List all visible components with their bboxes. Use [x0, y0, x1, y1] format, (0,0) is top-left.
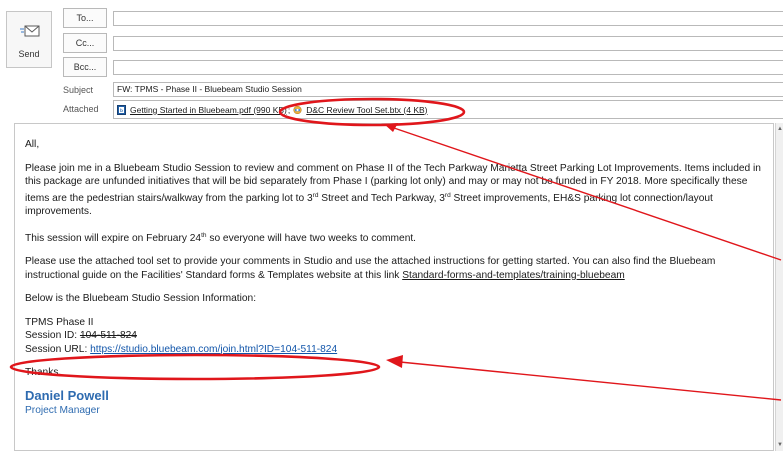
session-id-line: Session ID: 104-511-824: [25, 329, 770, 343]
bluebeam-toolset-icon: [293, 105, 302, 114]
paragraph-instructions: Please use the attached tool set to prov…: [25, 255, 770, 282]
message-header: Send To... Cc... Bcc... Subject FW: TPMS…: [0, 0, 783, 122]
cc-field[interactable]: [113, 36, 783, 51]
attachment-toolset-name[interactable]: D&C Review Tool Set.btx (4 KB): [306, 105, 427, 115]
paragraph-intro: Please join me in a Bluebeam Studio Sess…: [25, 162, 770, 219]
attachment-pdf[interactable]: b Getting Started in Bluebeam.pdf (990 K…: [117, 104, 287, 115]
send-button[interactable]: Send: [6, 11, 52, 68]
message-body[interactable]: All, Please join me in a Bluebeam Studio…: [14, 123, 774, 451]
attachment-toolset[interactable]: D&C Review Tool Set.btx (4 KB): [293, 105, 428, 115]
send-envelope-icon: [20, 25, 40, 37]
vertical-scrollbar[interactable]: ▲ ▼: [775, 123, 783, 451]
scroll-up-arrow-icon[interactable]: ▲: [777, 125, 783, 133]
attachment-pdf-name[interactable]: Getting Started in Bluebeam.pdf (990 KB): [130, 105, 287, 115]
attachments-row: b Getting Started in Bluebeam.pdf (990 K…: [113, 100, 783, 119]
session-name: TPMS Phase II: [25, 316, 94, 328]
bcc-button[interactable]: Bcc...: [63, 57, 107, 77]
paragraph-expiry-part1: This session will expire on February 24: [25, 232, 202, 244]
subject-label: Subject: [63, 85, 94, 95]
cc-button-label: Cc...: [75, 38, 95, 48]
scroll-down-arrow-icon[interactable]: ▼: [777, 441, 783, 449]
signature-title: Project Manager: [25, 404, 100, 416]
paragraph-expiry: This session will expire on February 24t…: [25, 229, 770, 246]
bcc-field[interactable]: [113, 60, 783, 75]
cc-button[interactable]: Cc...: [63, 33, 107, 53]
session-url-link[interactable]: https://studio.bluebeam.com/join.html?ID…: [90, 344, 337, 355]
message-body-text: All, Please join me in a Bluebeam Studio…: [25, 138, 770, 417]
to-button[interactable]: To...: [63, 8, 107, 28]
greeting: All,: [25, 139, 40, 150]
session-url-label: Session URL:: [25, 343, 91, 355]
session-url-line: Session URL: https://studio.bluebeam.com…: [25, 343, 770, 357]
session-id-label: Session ID:: [25, 330, 80, 341]
thanks: Thanks,: [25, 367, 62, 378]
training-bluebeam-link[interactable]: Standard-forms-and-templates/training-bl…: [402, 270, 625, 281]
send-button-label: Send: [18, 49, 40, 59]
to-field[interactable]: [113, 11, 783, 26]
subject-input[interactable]: FW: TPMS - Phase II - Bluebeam Studio Se…: [113, 82, 783, 97]
attached-label: Attached: [63, 104, 99, 114]
svg-text:b: b: [120, 108, 123, 113]
paragraph-session-info: Below is the Bluebeam Studio Session Inf…: [25, 293, 257, 304]
to-button-label: To...: [76, 13, 94, 23]
bcc-button-label: Bcc...: [73, 62, 97, 72]
paragraph-expiry-part2: so everyone will have two weeks to comme…: [206, 232, 417, 244]
attachment-separator: ;: [287, 104, 291, 115]
signature-name: Daniel Powell: [25, 387, 109, 403]
session-id-value: 104-511-824: [79, 330, 137, 341]
paragraph-intro-part2: Street and Tech Parkway, 3: [318, 192, 445, 204]
pdf-icon: b: [117, 104, 126, 115]
